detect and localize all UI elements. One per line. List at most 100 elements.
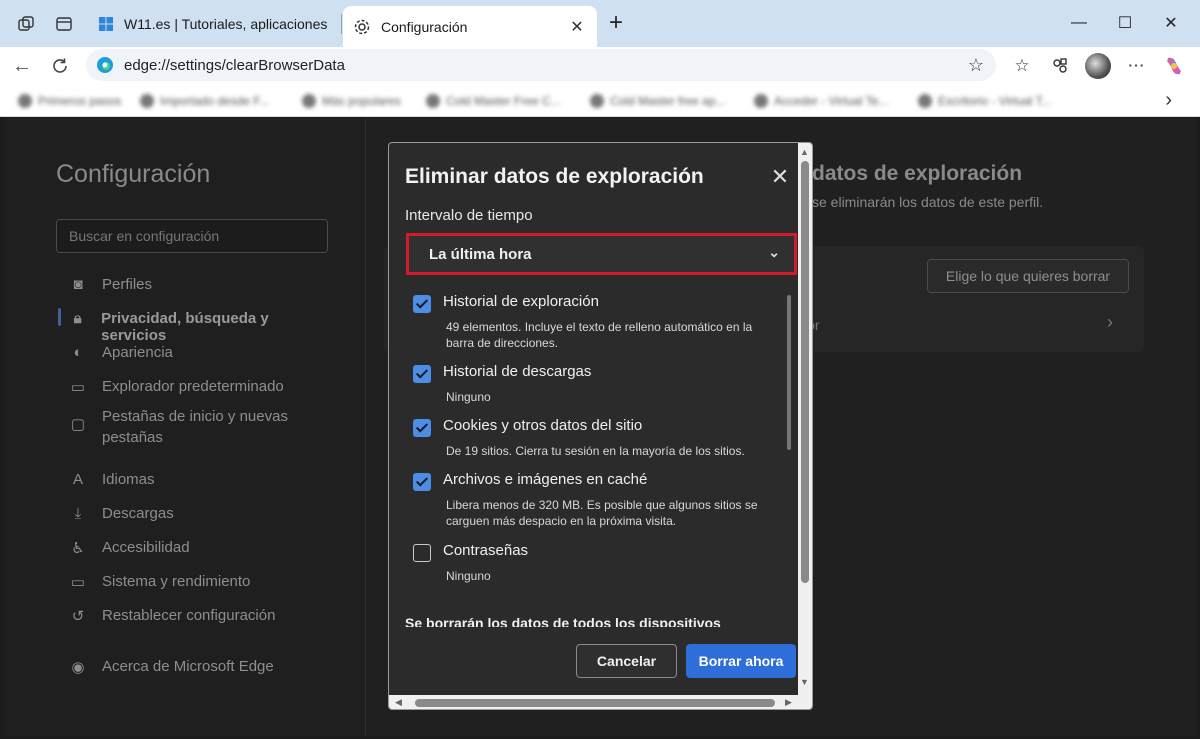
choose-what-to-clear-button[interactable]: Elige lo que quieres borrar	[927, 259, 1129, 293]
refresh-icon	[53, 58, 67, 73]
reset-icon: ↺	[71, 608, 85, 625]
selected-indicator	[58, 308, 61, 326]
tab-w11[interactable]: W11.es | Tutoriales, aplicaciones y	[88, 6, 340, 42]
sidebar-item-start-tabs[interactable]: ▢ Pestañas de inicio y nuevas pestañas	[68, 406, 328, 448]
settings-sidebar: Configuración Buscar en configuración ◙ P…	[4, 118, 366, 736]
chevron-down-icon: ⌄	[768, 244, 780, 260]
clear-browsing-data-dialog: Eliminar datos de exploración ✕ Interval…	[388, 142, 813, 710]
favorite-item[interactable]: Más populares	[302, 92, 401, 110]
option-label: Historial de descargas	[443, 363, 592, 380]
address-url: edge://settings/clearBrowserData	[124, 56, 345, 74]
back-button[interactable]: ←	[6, 51, 38, 81]
clear-now-button[interactable]: Borrar ahora	[686, 644, 796, 678]
option-description: 49 elementos. Incluye el texto de rellen…	[446, 320, 753, 350]
edge-icon: ◉	[71, 659, 85, 676]
chevron-right-icon[interactable]: ›	[1107, 312, 1113, 333]
tab-actions-icon[interactable]	[48, 8, 80, 40]
chevron-right-icon[interactable]: ›	[1165, 89, 1172, 112]
option-label: Archivos e imágenes en caché	[443, 471, 648, 488]
sidebar-item-accessibility[interactable]: ♿︎ Accesibilidad	[68, 539, 328, 557]
maximize-button[interactable]: ☐	[1102, 8, 1148, 38]
section-subtitle: se eliminarán los datos de este perfil.	[812, 194, 1044, 210]
download-icon: ⤓	[74, 505, 82, 522]
option-label: Cookies y otros datos del sitio	[443, 417, 643, 434]
option-description: Ninguno	[446, 569, 491, 583]
windows-logo-icon	[99, 17, 113, 31]
lock-icon: 🔒︎	[73, 310, 82, 327]
favorite-item[interactable]: Cold Master free ap...	[590, 92, 725, 110]
favorite-star-icon[interactable]: ☆	[968, 55, 984, 76]
accessibility-icon: ♿︎	[71, 540, 85, 557]
favorites-bar: Primeros pasos Importado desde F... Más …	[0, 85, 1200, 117]
scroll-thumb[interactable]	[801, 161, 809, 583]
time-range-select[interactable]: La última hora ⌄	[406, 233, 797, 275]
palette-icon: ◐	[73, 344, 83, 361]
collections-icon[interactable]	[1046, 53, 1074, 79]
favorite-item[interactable]: Importado desde F...	[140, 92, 269, 110]
tab-title: W11.es | Tutoriales, aplicaciones y	[124, 16, 330, 32]
workspaces-icon[interactable]	[10, 8, 42, 40]
option-browsing-history[interactable]: Historial de exploración 49 elementos. I…	[413, 293, 773, 353]
address-bar[interactable]: edge://settings/clearBrowserData ☆	[86, 49, 996, 81]
tab-strip: W11.es | Tutoriales, aplicaciones y Conf…	[0, 0, 1200, 47]
scroll-down-icon[interactable]: ▼	[800, 677, 809, 687]
favorite-item[interactable]: Cold Master Free C...	[426, 92, 561, 110]
checkbox[interactable]	[413, 419, 431, 437]
sidebar-item-privacy[interactable]: 🔒︎ Privacidad, búsqueda y servicios	[68, 310, 328, 344]
checkbox[interactable]	[413, 473, 431, 491]
profile-icon: ◙	[73, 276, 83, 293]
dialog-title: Eliminar datos de exploración	[405, 165, 704, 188]
minimize-button[interactable]: —	[1056, 8, 1102, 38]
sidebar-item-appearance[interactable]: ◐ Apariencia	[68, 344, 328, 361]
options-scrollbar[interactable]	[787, 295, 791, 450]
option-cached-files[interactable]: Archivos e imágenes en caché Libera meno…	[413, 471, 773, 531]
favorites-icon[interactable]: ☆	[1008, 53, 1036, 79]
horizontal-scrollbar[interactable]: ◀ ▶	[389, 695, 812, 709]
gear-icon	[354, 19, 370, 34]
favorite-item[interactable]: Escritorio - Virtual T...	[918, 92, 1052, 110]
favorite-item[interactable]: Acceder - Virtual Te...	[754, 92, 888, 110]
sidebar-item-languages[interactable]: A︎ Idiomas	[68, 471, 328, 488]
browser-icon: ▭	[70, 379, 86, 396]
sidebar-item-about[interactable]: ◉ Acerca de Microsoft Edge	[68, 658, 328, 676]
scroll-thumb[interactable]	[415, 699, 775, 707]
sidebar-item-reset[interactable]: ↺ Restablecer configuración	[68, 607, 328, 625]
close-icon[interactable]: ✕	[769, 166, 791, 189]
option-passwords[interactable]: Contraseñas Ninguno	[413, 542, 773, 588]
more-options-icon[interactable]: ⋯	[1122, 53, 1150, 79]
sidebar-item-downloads[interactable]: ⤓ Descargas	[68, 505, 328, 522]
scroll-right-icon[interactable]: ▶	[785, 697, 792, 708]
sidebar-item-default-browser[interactable]: ▭ Explorador predeterminado	[68, 378, 328, 396]
scroll-up-icon[interactable]: ▲	[800, 147, 809, 157]
laptop-icon: ▭	[70, 574, 86, 591]
edge-icon	[97, 57, 113, 73]
copilot-icon[interactable]	[1160, 53, 1188, 79]
checkbox[interactable]	[413, 295, 431, 313]
refresh-button[interactable]	[44, 51, 76, 81]
page-title: Configuración	[56, 160, 211, 188]
checkbox[interactable]	[413, 365, 431, 383]
tabs-icon: ▢	[70, 416, 86, 433]
new-tab-button[interactable]: +	[602, 10, 630, 38]
section-title: datos de exploración	[812, 162, 1023, 185]
close-window-button[interactable]: ✕	[1148, 8, 1194, 38]
option-cookies[interactable]: Cookies y otros datos del sitio De 19 si…	[413, 417, 773, 463]
favorite-item[interactable]: Primeros pasos	[18, 92, 121, 110]
avatar	[1085, 53, 1111, 79]
option-download-history[interactable]: Historial de descargas Ninguno	[413, 363, 773, 409]
option-description: Ninguno	[446, 390, 491, 404]
sidebar-item-profiles[interactable]: ◙ Perfiles	[68, 276, 328, 293]
settings-search-input[interactable]: Buscar en configuración	[56, 219, 328, 253]
scroll-left-icon[interactable]: ◀	[395, 697, 402, 708]
checkbox[interactable]	[413, 544, 431, 562]
option-description: De 19 sitios. Cierra tu sesión en la may…	[446, 444, 745, 458]
vertical-scrollbar[interactable]: ▲ ▼	[798, 143, 812, 695]
sidebar-item-system[interactable]: ▭ Sistema y rendimiento	[68, 573, 328, 591]
profile-avatar[interactable]	[1084, 53, 1112, 79]
time-range-label: Intervalo de tiempo	[405, 207, 533, 224]
option-description: Libera menos de 320 MB. Es posible que a…	[446, 498, 758, 528]
time-range-value: La última hora	[429, 245, 532, 263]
close-tab-icon[interactable]: ✕	[567, 17, 587, 37]
cancel-button[interactable]: Cancelar	[576, 644, 677, 678]
tab-configuracion[interactable]: Configuración ✕	[343, 6, 597, 47]
